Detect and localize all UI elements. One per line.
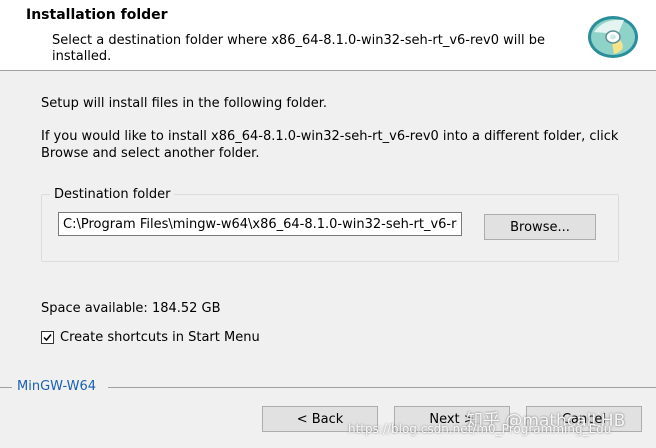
create-shortcuts-checkbox[interactable] [41, 331, 54, 344]
intro-text: Setup will install files in the followin… [41, 96, 328, 111]
brand-label: MinGW-W64 [17, 379, 97, 394]
create-shortcuts-option[interactable]: Create shortcuts in Start Menu [41, 330, 260, 345]
destination-path-input[interactable] [58, 212, 462, 236]
cd-disc-icon [584, 10, 640, 60]
create-shortcuts-label: Create shortcuts in Start Menu [60, 330, 260, 345]
page-title: Installation folder [26, 7, 168, 23]
destination-label: Destination folder [50, 187, 175, 202]
space-available-text: Space available: 184.52 GB [41, 301, 221, 316]
page-subtitle: Select a destination folder where x86_64… [52, 33, 545, 64]
browse-button[interactable]: Browse... [484, 214, 596, 240]
instructions-text: If you would like to install x86_64-8.1.… [41, 129, 619, 161]
footer-divider-left [0, 387, 12, 388]
footer-divider [108, 387, 656, 388]
wizard-header: Installation folder Select a destination… [0, 0, 656, 71]
checkmark-icon [43, 334, 52, 342]
watermark-url: https://blog.csdn.net/m0_Programming_Edu [348, 422, 612, 436]
